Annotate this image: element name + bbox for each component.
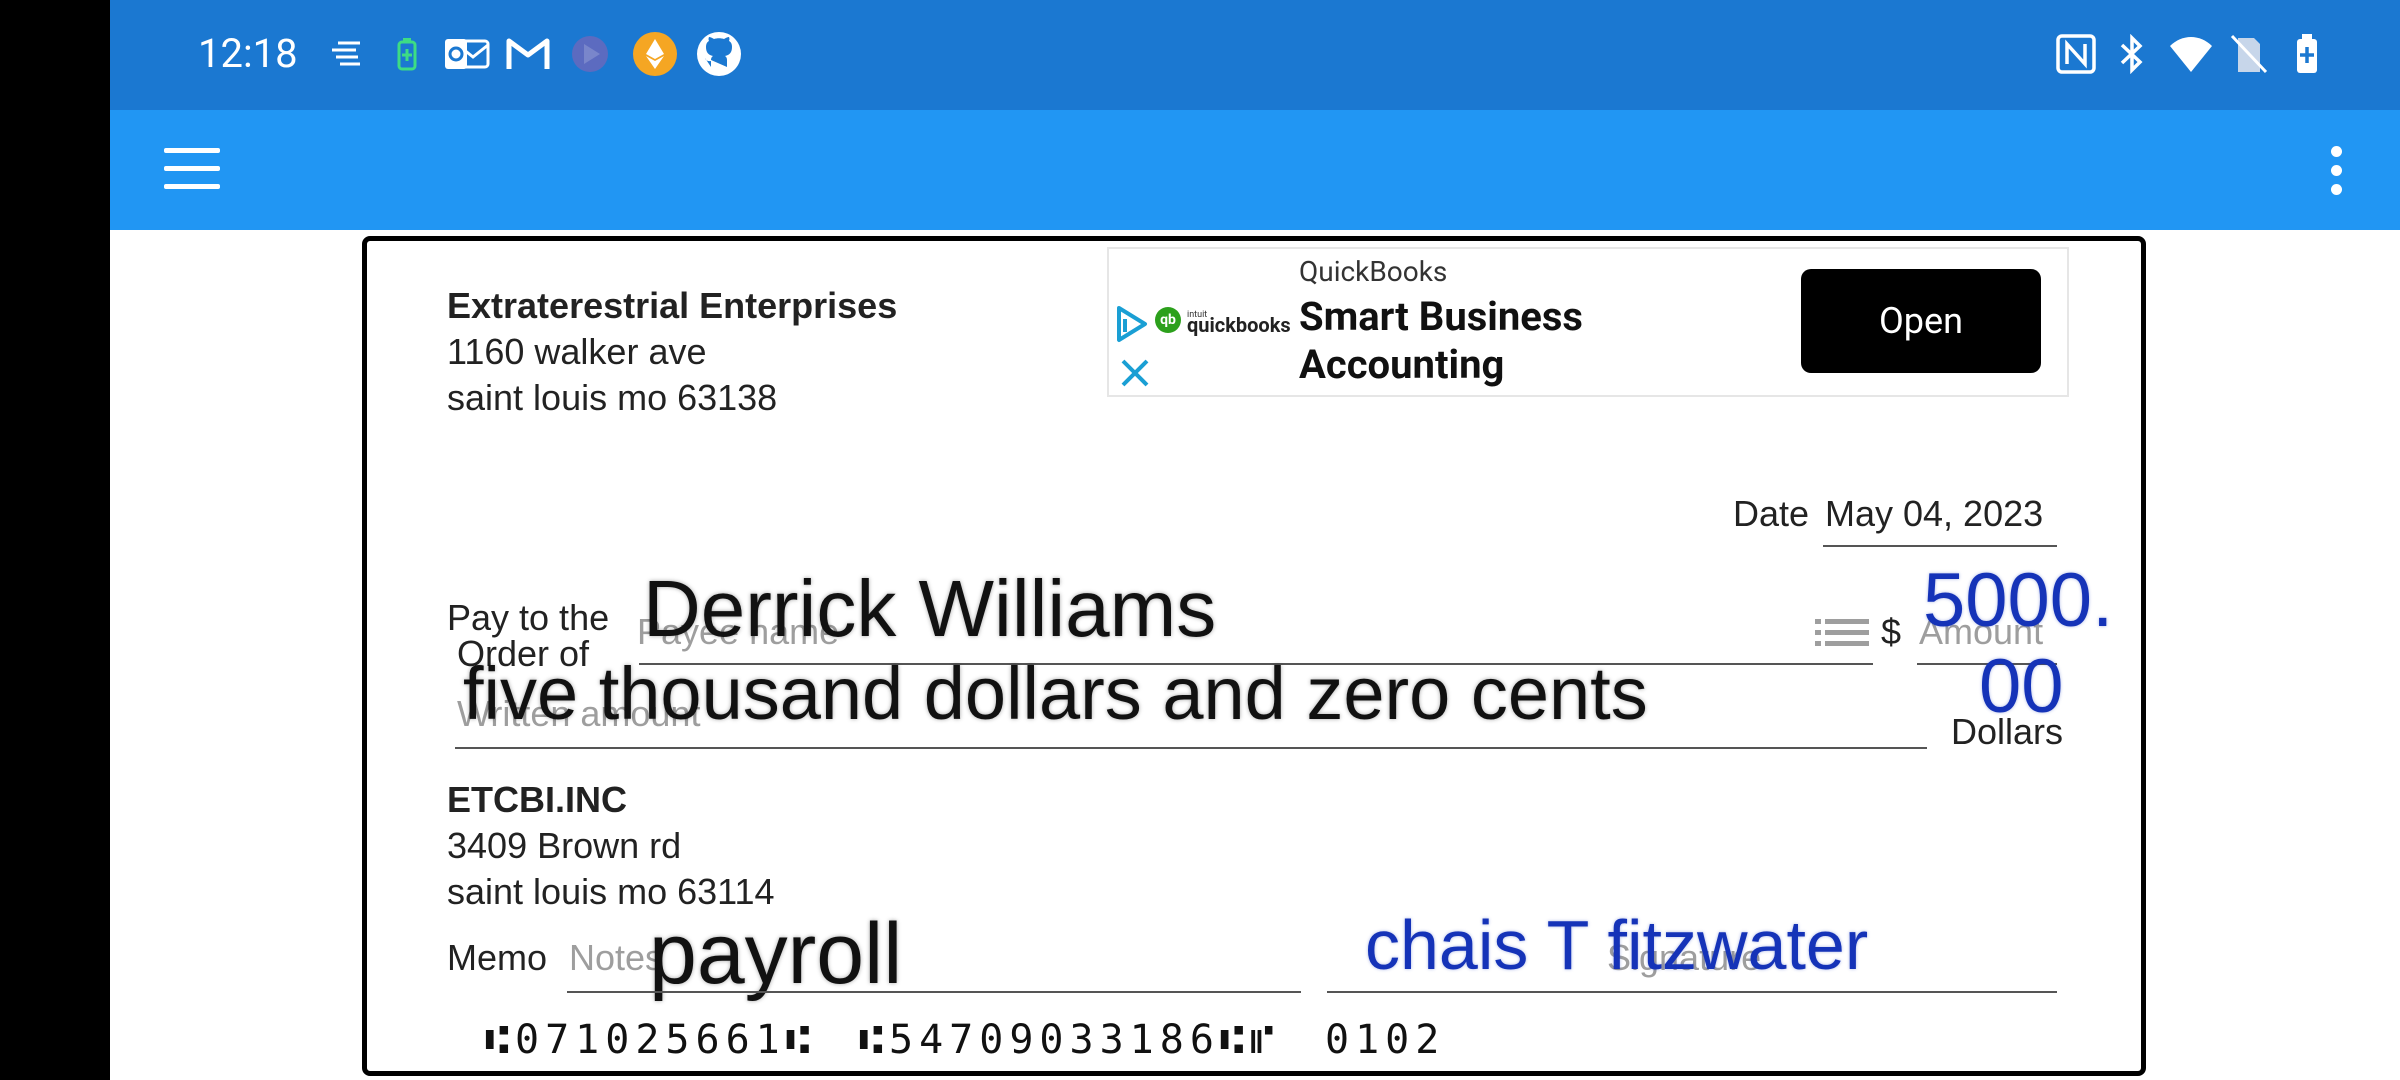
payer-address-line1: 1160 walker ave bbox=[447, 331, 707, 372]
amount-field[interactable]: 5000. bbox=[1923, 557, 2113, 645]
payer-name: Extraterestrial Enterprises bbox=[447, 285, 898, 326]
ad-play-icon[interactable] bbox=[1115, 305, 1149, 347]
micr-routing-number: ⑆071025661⑆ bbox=[485, 1017, 816, 1063]
left-black-bar bbox=[0, 0, 110, 1080]
memo-underline bbox=[567, 991, 1301, 993]
status-bar: 12:18 bbox=[110, 0, 2400, 110]
quickbooks-logo: qb intuit quickbooks bbox=[1155, 307, 1291, 337]
ad-title: Smart Business Accounting bbox=[1299, 293, 1583, 388]
github-icon bbox=[696, 30, 742, 78]
micr-check-number: 0102 bbox=[1325, 1017, 1446, 1063]
ad-open-button[interactable]: Open bbox=[1801, 269, 2041, 373]
notification-lines-icon bbox=[328, 30, 364, 78]
date-underline bbox=[1823, 545, 2057, 547]
nfc-icon bbox=[2056, 30, 2096, 78]
date-value[interactable]: May 04, 2023 bbox=[1825, 493, 2043, 535]
payee-name-field[interactable]: Derrick Williams bbox=[643, 563, 1216, 655]
battery-charging-icon bbox=[2294, 30, 2320, 78]
written-amount-underline bbox=[455, 747, 1927, 749]
no-sim-icon bbox=[2230, 30, 2268, 78]
date-label: Date bbox=[1733, 493, 1810, 534]
outlook-icon bbox=[444, 30, 490, 78]
screen: 12:18 Extraterestrial Enterprises 1160 w… bbox=[0, 0, 2400, 1080]
bank-name: ETCBI.INC bbox=[447, 779, 627, 820]
bank-address-line1: 3409 Brown rd bbox=[447, 825, 682, 866]
memo-field[interactable]: payroll bbox=[649, 905, 902, 1004]
dollars-label: Dollars bbox=[1951, 711, 2064, 752]
memo-label: Memo bbox=[447, 937, 548, 978]
ad-brand: QuickBooks bbox=[1299, 255, 1448, 288]
list-icon[interactable] bbox=[1815, 617, 1871, 649]
ad-close-icon[interactable] bbox=[1115, 353, 1155, 393]
ethereum-icon bbox=[632, 30, 678, 78]
signature-field[interactable]: chais T fitzwater bbox=[1365, 905, 1868, 985]
dollar-sign: $ bbox=[1881, 611, 1902, 652]
micr-account-number: ⑆54709033186⑆⑈ bbox=[859, 1017, 1280, 1063]
hamburger-menu-icon[interactable] bbox=[164, 148, 222, 194]
battery-saver-icon bbox=[396, 30, 418, 78]
gmail-icon bbox=[506, 30, 550, 78]
payer-address-line2: saint louis mo 63138 bbox=[447, 377, 778, 418]
signature-underline bbox=[1327, 991, 2057, 993]
wifi-icon bbox=[2168, 30, 2214, 78]
quickbooks-logo-icon: qb bbox=[1155, 307, 1181, 333]
bluetooth-icon bbox=[2118, 30, 2146, 78]
status-time: 12:18 bbox=[198, 30, 298, 77]
quickbooks-logo-text: quickbooks bbox=[1187, 313, 1291, 337]
generic-app-icon bbox=[570, 30, 610, 78]
more-vertical-icon[interactable] bbox=[2326, 146, 2346, 196]
check: Extraterestrial Enterprises 1160 walker … bbox=[362, 236, 2146, 1076]
written-amount-field[interactable]: five thousand dollars and zero cents bbox=[463, 651, 1648, 736]
app-bar bbox=[110, 110, 2400, 230]
ad-banner[interactable]: qb intuit quickbooks QuickBooks Smart Bu… bbox=[1107, 247, 2069, 397]
